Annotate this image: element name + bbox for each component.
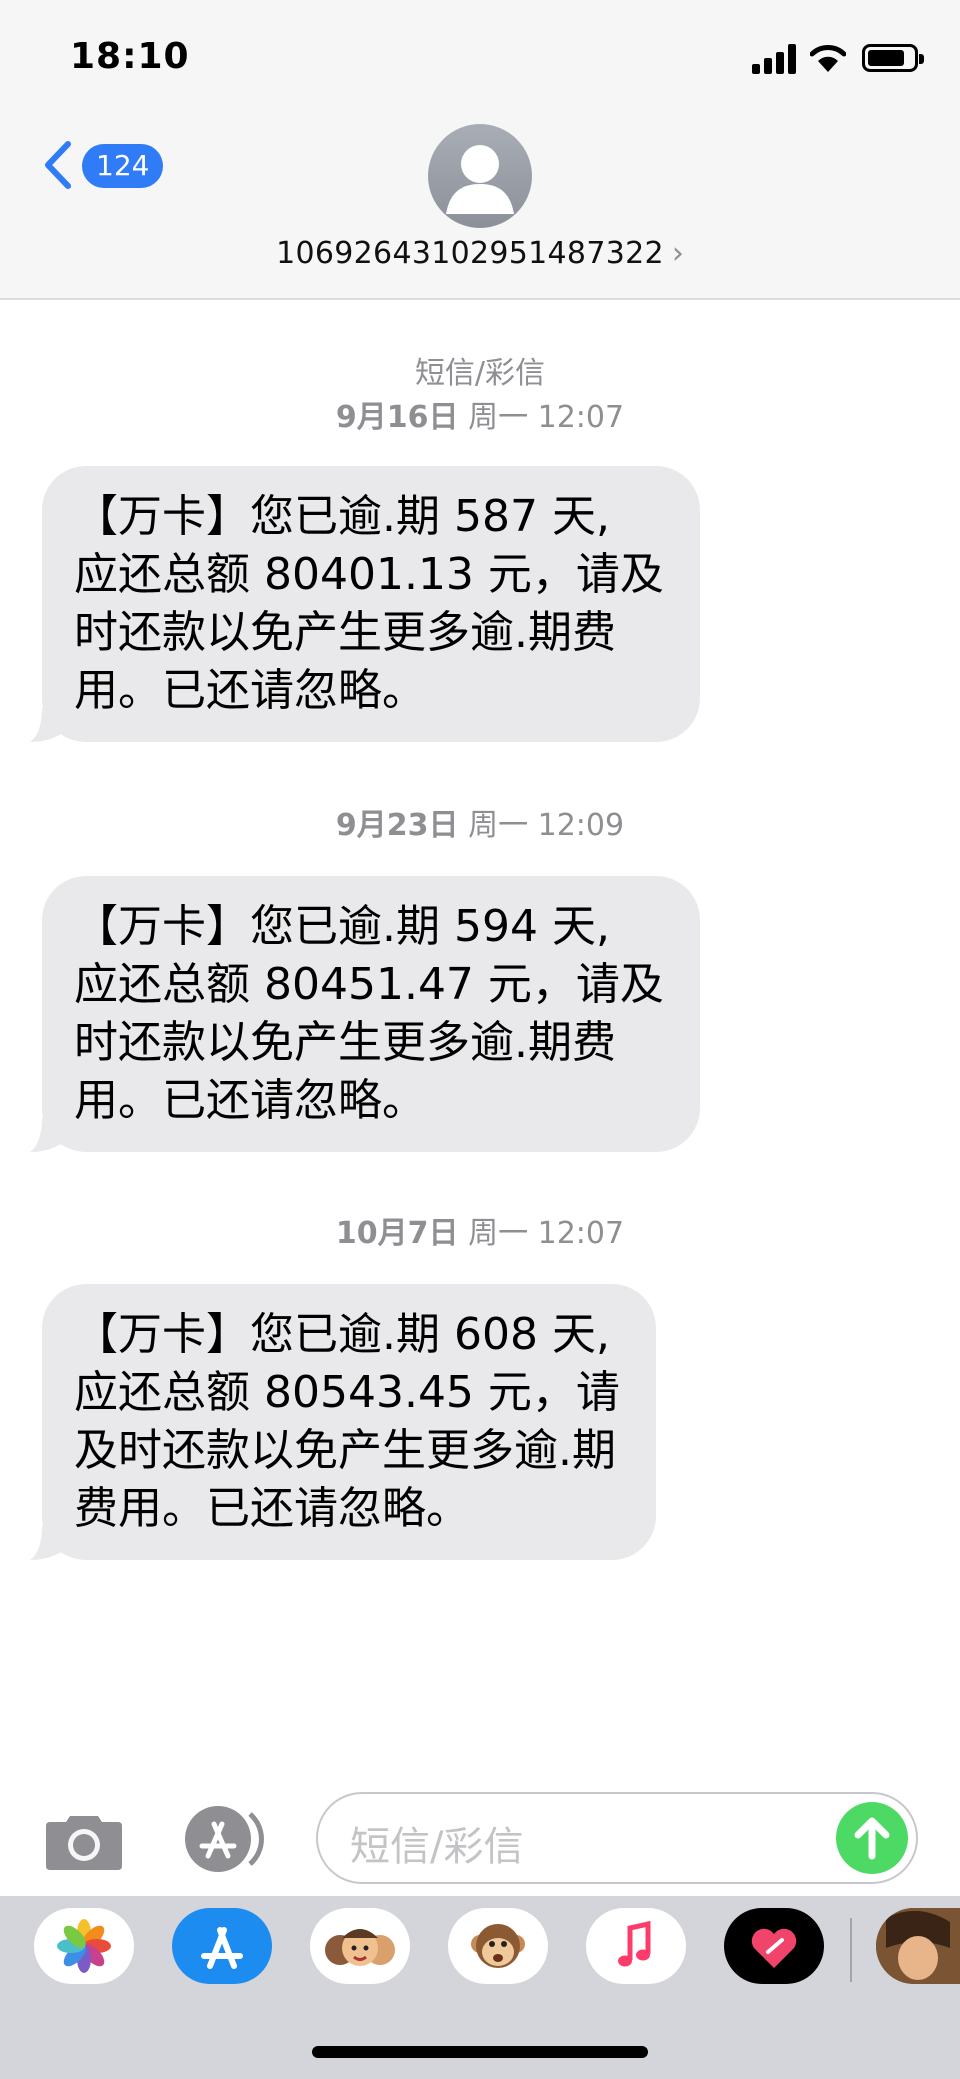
message-line: 时还款以免产生更多逾.期费 (74, 1017, 616, 1068)
conversation-type-label: 短信/彩信 (414, 356, 546, 391)
message-line: 【万卡】您已逾.期 587 天, (74, 491, 610, 542)
cellular-signal-icon (752, 44, 798, 74)
contact-name-button[interactable]: 10692643102951487322 › (0, 236, 960, 271)
message-weekday-time: 周一 12:07 (468, 1216, 625, 1251)
chevron-right-icon: › (671, 236, 684, 271)
digital-touch-icon[interactable] (724, 1908, 824, 1984)
message-bubble[interactable]: 【万卡】您已逾.期 587 天, 应还总额 80401.13 元，请及 时还款以… (30, 466, 700, 742)
bubble-tail (30, 1118, 70, 1152)
message-line: 应还总额 80401.13 元，请及 (74, 549, 664, 600)
message-line: 费用。已还请忽略。 (74, 1483, 470, 1534)
animoji-icon[interactable] (448, 1908, 548, 1984)
wifi-icon (810, 45, 846, 72)
status-time: 18:10 (70, 36, 190, 77)
photos-icon[interactable] (34, 1908, 134, 1984)
contact-number: 1069264310295148732 (276, 236, 645, 271)
composer-bar: 短信/彩信 (0, 1780, 960, 1890)
message-line: 【万卡】您已逾.期 608 天, (74, 1309, 610, 1360)
message-line: 用。已还请忽略。 (74, 665, 426, 716)
message-line: 用。已还请忽略。 (74, 1075, 426, 1126)
contact-avatar[interactable] (428, 124, 532, 228)
message-line: 时还款以免产生更多逾.期费 (74, 607, 616, 658)
game-icon[interactable] (876, 1908, 960, 1984)
message-line: 应还总额 80451.47 元，请及 (74, 959, 664, 1010)
app-store-icon[interactable] (172, 1908, 272, 1984)
chevron-left-icon (45, 141, 71, 189)
bubble-tail (30, 1526, 70, 1560)
person-icon (446, 145, 514, 214)
bubble-tail (30, 708, 70, 742)
message-date: 10月7日 (335, 1216, 459, 1251)
message-date: 9月16日 (335, 400, 459, 435)
message-timestamp: 9月16日 周一 12:07 (0, 392, 960, 436)
battery-icon (862, 44, 924, 72)
message-line: 应还总额 80543.45 元，请 (74, 1367, 620, 1418)
message-input[interactable]: 短信/彩信 (316, 1792, 918, 1884)
back-button[interactable]: 124 (40, 140, 165, 190)
message-bubble[interactable]: 【万卡】您已逾.期 594 天, 应还总额 80451.47 元，请及 时还款以… (30, 876, 700, 1152)
message-line: 【万卡】您已逾.期 594 天, (74, 901, 610, 952)
contact-number-tail: 2 (644, 236, 664, 271)
memoji-icon[interactable] (310, 1908, 410, 1984)
message-bubble[interactable]: 【万卡】您已逾.期 608 天, 应还总额 80543.45 元，请 及时还款以… (30, 1284, 656, 1560)
drawer-divider (850, 1918, 852, 1982)
music-icon[interactable] (586, 1908, 686, 1984)
message-timestamp: 9月23日 周一 12:09 (0, 800, 960, 844)
message-input-placeholder: 短信/彩信 (350, 1824, 524, 1870)
message-weekday-time: 周一 12:09 (468, 808, 625, 843)
message-weekday-time: 周一 12:07 (468, 400, 625, 435)
nav-header: 18:10 124 10692643102951487322 › (0, 0, 960, 300)
home-indicator (312, 2046, 648, 2058)
app-drawer (0, 1896, 960, 2079)
arrow-up-icon (854, 1817, 890, 1860)
message-date: 9月23日 (335, 808, 459, 843)
send-button[interactable] (836, 1802, 908, 1874)
camera-icon[interactable] (44, 1810, 124, 1870)
unread-count-badge: 124 (82, 144, 164, 188)
app-store-icon[interactable] (178, 1804, 270, 1874)
message-line: 及时还款以免产生更多逾.期 (74, 1425, 616, 1476)
message-timestamp: 10月7日 周一 12:07 (0, 1208, 960, 1252)
